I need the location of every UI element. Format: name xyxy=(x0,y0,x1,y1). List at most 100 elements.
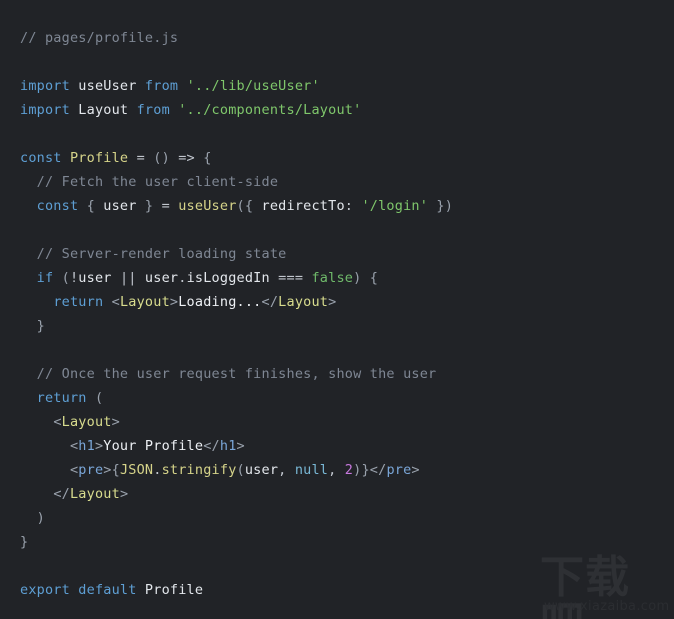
code-token-bracket: ( xyxy=(236,462,245,478)
code-token-bracket: }) xyxy=(428,198,454,214)
code-token-op: : xyxy=(344,198,354,214)
code-token-bracket: { xyxy=(86,198,104,214)
code-token-keyword: const xyxy=(36,198,79,214)
code-token-ident: useUser xyxy=(78,78,137,94)
code-token-bracket: > xyxy=(169,294,179,310)
code-token-comment: // Fetch the user client-side xyxy=(36,174,279,190)
code-token-bracket: </ xyxy=(203,438,220,454)
code-token-op: , xyxy=(278,462,287,478)
code-line: return ( xyxy=(20,386,674,410)
code-token-bracket: ( xyxy=(94,390,104,406)
code-token-htmltag: pre xyxy=(386,462,412,478)
code-token-func: stringify xyxy=(161,462,237,478)
code-token-text: Your Profile xyxy=(103,438,204,454)
code-line: import Layout from '../components/Layout… xyxy=(20,98,674,122)
code-line: <Layout> xyxy=(20,410,674,434)
code-token-keyword: if xyxy=(36,270,54,286)
code-line: export default Profile xyxy=(20,578,674,602)
code-token-keyword: from xyxy=(136,102,170,118)
code-token-op: = xyxy=(161,198,170,214)
code-line: <pre>{JSON.stringify(user, null, 2)}</pr… xyxy=(20,458,674,482)
code-token-op: . xyxy=(178,270,187,286)
code-token-const: Profile xyxy=(69,150,129,166)
code-token-tag: Layout xyxy=(69,486,120,502)
code-line: } xyxy=(20,314,674,338)
code-token-bracket: </ xyxy=(53,486,70,502)
code-line: // Once the user request finishes, show … xyxy=(20,362,674,386)
code-token-keyword: return xyxy=(53,294,104,310)
code-token-htmltag: h1 xyxy=(78,438,95,454)
code-token-keyword: export xyxy=(20,582,70,598)
code-line: // pages/profile.js xyxy=(20,26,674,50)
code-token-comment: // Server-render loading state xyxy=(36,246,287,262)
code-token-op: || xyxy=(119,270,137,286)
code-token-text: Loading... xyxy=(178,294,262,310)
code-token-bracket: () xyxy=(153,150,170,166)
code-token-string: '../components/Layout' xyxy=(178,102,362,118)
code-token-keyword: const xyxy=(20,150,62,166)
code-token-string: '/login' xyxy=(361,198,429,214)
code-token-keyword: return xyxy=(36,390,87,406)
code-token-op: . xyxy=(153,462,162,478)
code-token-bracket: { xyxy=(111,462,120,478)
code-line: </Layout> xyxy=(20,482,674,506)
code-token-bracket: </ xyxy=(369,462,387,478)
code-token-ident: isLoggedIn xyxy=(186,270,270,286)
code-token-tag: Layout xyxy=(61,414,112,430)
code-token-op: => xyxy=(178,150,195,166)
code-token-htmltag: pre xyxy=(78,462,104,478)
code-line: const { user } = useUser({ redirectTo: '… xyxy=(20,194,674,218)
code-line: const Profile = () => { xyxy=(20,146,674,170)
code-token-ident: Profile xyxy=(144,582,204,598)
code-line: // Server-render loading state xyxy=(20,242,674,266)
code-token-bracket: > xyxy=(111,414,120,430)
code-token-ident: Layout xyxy=(78,102,129,118)
code-token-ident: user xyxy=(78,270,112,286)
code-token-bracket: > xyxy=(328,294,337,310)
code-editor-viewport[interactable]: // pages/profile.js import useUser from … xyxy=(0,0,674,619)
code-token-keyword: from xyxy=(144,78,179,94)
code-token-bracket: ({ xyxy=(236,198,262,214)
code-line: // Fetch the user client-side xyxy=(20,170,674,194)
code-token-htmltag: h1 xyxy=(219,438,237,454)
code-token-func: useUser xyxy=(178,198,237,214)
code-token-keyword: import xyxy=(20,102,70,118)
code-token-tag: Layout xyxy=(119,294,170,310)
code-token-bracket: { xyxy=(203,150,212,166)
code-line: return <Layout>Loading...</Layout> xyxy=(20,290,674,314)
code-token-bracket: } xyxy=(20,534,29,550)
code-token-bool: false xyxy=(311,270,354,286)
code-token-bracket: > xyxy=(103,462,112,478)
code-token-comment: // pages/profile.js xyxy=(20,30,179,46)
code-line: } xyxy=(20,530,674,554)
code-token-op: = xyxy=(136,150,145,166)
